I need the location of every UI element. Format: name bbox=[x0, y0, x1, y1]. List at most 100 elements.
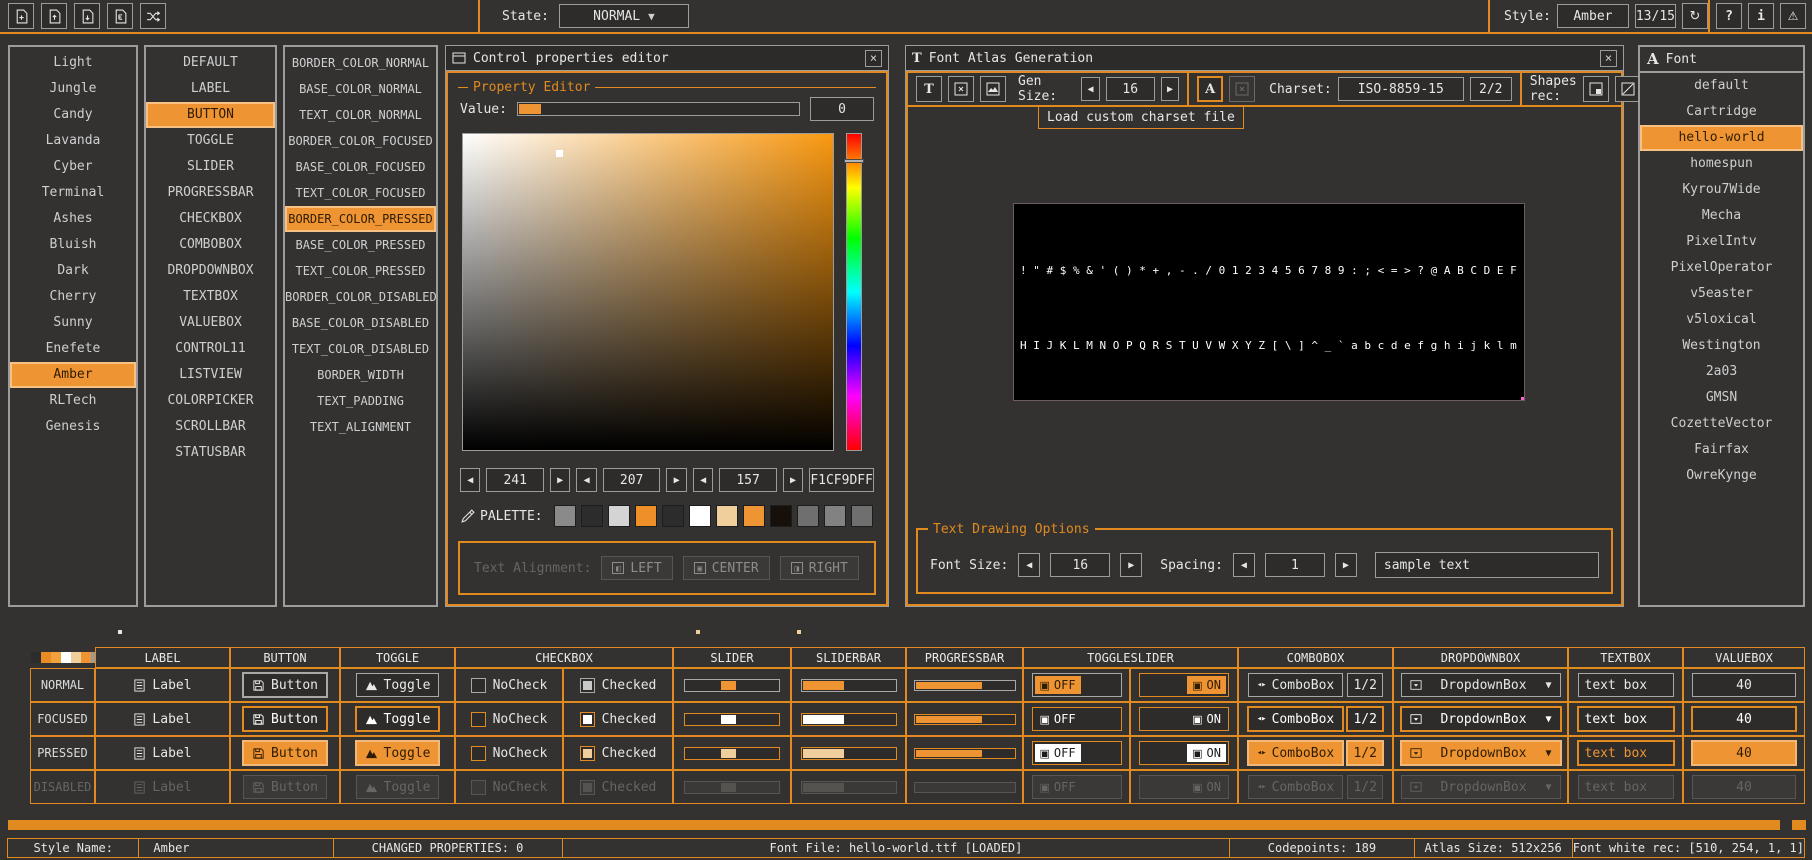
palette-swatch-3[interactable] bbox=[608, 505, 630, 527]
preview-button[interactable]: Button bbox=[243, 673, 327, 697]
font-item-homespun[interactable]: homespun bbox=[1640, 151, 1803, 177]
preview-valuebox[interactable]: 40 bbox=[1692, 741, 1796, 765]
preview-combobox-counter[interactable]: 1/2 bbox=[1347, 673, 1383, 697]
palette-swatch-7[interactable] bbox=[716, 505, 738, 527]
preview-button[interactable]: Button bbox=[243, 707, 327, 731]
preview-sliderbar[interactable] bbox=[801, 747, 897, 760]
green-increment-button[interactable]: ▶ bbox=[666, 468, 686, 492]
load-charset-button[interactable]: A bbox=[1197, 76, 1223, 102]
font-item-pixeloperator[interactable]: PixelOperator bbox=[1640, 255, 1803, 281]
style-item-terminal[interactable]: Terminal bbox=[10, 180, 136, 206]
style-item-ashes[interactable]: Ashes bbox=[10, 206, 136, 232]
control-item-combobox[interactable]: COMBOBOX bbox=[146, 232, 275, 258]
font-item-cartridge[interactable]: Cartridge bbox=[1640, 99, 1803, 125]
prop-item-text-color-pressed[interactable]: TEXT_COLOR_PRESSED bbox=[285, 258, 436, 284]
style-item-dark[interactable]: Dark bbox=[10, 258, 136, 284]
control-item-textbox[interactable]: TEXTBOX bbox=[146, 284, 275, 310]
prop-item-border-color-focused[interactable]: BORDER_COLOR_FOCUSED bbox=[285, 128, 436, 154]
preview-button[interactable]: Button bbox=[243, 741, 327, 765]
style-item-light[interactable]: Light bbox=[10, 50, 136, 76]
prop-item-base-color-pressed[interactable]: BASE_COLOR_PRESSED bbox=[285, 232, 436, 258]
font-item-mecha[interactable]: Mecha bbox=[1640, 203, 1803, 229]
export-atlas-image-button[interactable] bbox=[980, 76, 1006, 102]
preview-combobox-counter[interactable]: 1/2 bbox=[1347, 775, 1383, 799]
preview-dropdownbox[interactable]: DropdownBox▼ bbox=[1401, 673, 1561, 697]
preview-slider[interactable] bbox=[684, 747, 780, 760]
palette-swatch-6[interactable] bbox=[689, 505, 711, 527]
control-item-default[interactable]: DEFAULT bbox=[146, 50, 275, 76]
preview-checkbox-unchecked[interactable] bbox=[471, 678, 486, 693]
prop-item-border-color-pressed-selected[interactable]: BORDER_COLOR_PRESSED bbox=[285, 206, 436, 232]
preview-slider[interactable] bbox=[684, 679, 780, 692]
preview-combobox[interactable]: ◂▸ComboBox bbox=[1248, 775, 1343, 799]
control-item-control11[interactable]: CONTROL11 bbox=[146, 336, 275, 362]
palette-swatch-2[interactable] bbox=[581, 505, 603, 527]
preview-textbox[interactable]: text box bbox=[1578, 741, 1674, 765]
preview-toggleslider-on[interactable]: ▣ON bbox=[1139, 741, 1229, 765]
style-item-sunny[interactable]: Sunny bbox=[10, 310, 136, 336]
help-button[interactable]: ? bbox=[1716, 3, 1742, 29]
spacing-decrement-button[interactable]: ◀ bbox=[1233, 553, 1255, 577]
font-atlas-titlebar[interactable]: T Font Atlas Generation × bbox=[906, 46, 1623, 71]
preview-sliderbar[interactable] bbox=[801, 713, 897, 726]
preview-toggle[interactable]: Toggle bbox=[356, 707, 440, 731]
preview-slider[interactable] bbox=[684, 781, 780, 794]
prop-item-border-width[interactable]: BORDER_WIDTH bbox=[285, 362, 436, 388]
palette-swatch-12[interactable] bbox=[851, 505, 873, 527]
control-item-valuebox[interactable]: VALUEBOX bbox=[146, 310, 275, 336]
new-style-button[interactable] bbox=[8, 3, 34, 29]
control-item-statusbar[interactable]: STATUSBAR bbox=[146, 440, 275, 466]
font-item-cozettevector[interactable]: CozetteVector bbox=[1640, 411, 1803, 437]
control-item-button-selected[interactable]: BUTTON bbox=[146, 102, 275, 128]
preview-combobox-counter[interactable]: 1/2 bbox=[1347, 741, 1383, 765]
font-item-pixelintv[interactable]: PixelIntv bbox=[1640, 229, 1803, 255]
prop-item-border-color-normal[interactable]: BORDER_COLOR_NORMAL bbox=[285, 50, 436, 76]
sample-text-input[interactable]: sample text bbox=[1375, 552, 1599, 578]
preview-toggleslider-off[interactable]: ▣OFF bbox=[1032, 775, 1122, 799]
preview-slider[interactable] bbox=[684, 713, 780, 726]
preview-dropdownbox[interactable]: DropdownBox▼ bbox=[1401, 741, 1561, 765]
prop-item-text-color-normal[interactable]: TEXT_COLOR_NORMAL bbox=[285, 102, 436, 128]
preview-combobox[interactable]: ◂▸ComboBox bbox=[1248, 707, 1343, 731]
control-item-slider[interactable]: SLIDER bbox=[146, 154, 275, 180]
style-item-cyber[interactable]: Cyber bbox=[10, 154, 136, 180]
preview-valuebox[interactable]: 40 bbox=[1692, 775, 1796, 799]
load-style-button[interactable] bbox=[41, 3, 67, 29]
preview-toggleslider-on[interactable]: ▣ON bbox=[1139, 775, 1229, 799]
control-item-toggle[interactable]: TOGGLE bbox=[146, 128, 275, 154]
align-left-button[interactable]: ◧ LEFT bbox=[601, 556, 672, 580]
horizontal-scrollbar[interactable] bbox=[8, 820, 1806, 830]
prop-item-base-color-normal[interactable]: BASE_COLOR_NORMAL bbox=[285, 76, 436, 102]
preview-toggle[interactable]: Toggle bbox=[356, 741, 440, 765]
charset-image-button-disabled[interactable] bbox=[1229, 76, 1255, 102]
font-item-fairfax[interactable]: Fairfax bbox=[1640, 437, 1803, 463]
gen-size-increment-button[interactable]: ▶ bbox=[1161, 77, 1179, 101]
control-item-progressbar[interactable]: PROGRESSBAR bbox=[146, 180, 275, 206]
font-item-default[interactable]: default bbox=[1640, 73, 1803, 99]
blue-value-box[interactable]: 157 bbox=[719, 468, 776, 492]
issue-button[interactable]: ⚠ bbox=[1780, 3, 1806, 29]
preview-toggleslider-off[interactable]: ▣OFF bbox=[1032, 673, 1122, 697]
preview-toggle[interactable]: Toggle bbox=[356, 775, 440, 799]
preview-textbox[interactable]: text box bbox=[1578, 707, 1674, 731]
font-item-hello-world-selected[interactable]: hello-world bbox=[1640, 125, 1803, 151]
preview-checkbox-unchecked[interactable] bbox=[471, 712, 486, 727]
style-item-candy[interactable]: Candy bbox=[10, 102, 136, 128]
value-box[interactable]: 0 bbox=[810, 97, 874, 121]
style-item-enefete[interactable]: Enefete bbox=[10, 336, 136, 362]
font-atlas-close-button[interactable]: × bbox=[1600, 50, 1617, 67]
prop-item-text-color-disabled[interactable]: TEXT_COLOR_DISABLED bbox=[285, 336, 436, 362]
spacing-value-box[interactable]: 1 bbox=[1265, 553, 1325, 577]
style-item-lavanda[interactable]: Lavanda bbox=[10, 128, 136, 154]
font-size-value-box[interactable]: 16 bbox=[1050, 553, 1110, 577]
state-dropdown[interactable]: NORMAL ▼ bbox=[559, 4, 689, 28]
font-size-decrement-button[interactable]: ◀ bbox=[1018, 553, 1040, 577]
font-item-kyrou7wide[interactable]: Kyrou7Wide bbox=[1640, 177, 1803, 203]
save-style-button[interactable] bbox=[74, 3, 100, 29]
color-picker-cursor[interactable] bbox=[556, 150, 563, 157]
gen-size-value-box[interactable]: 16 bbox=[1106, 77, 1155, 101]
properties-window-titlebar[interactable]: Control properties editor × bbox=[446, 46, 888, 71]
prop-item-text-color-focused[interactable]: TEXT_COLOR_FOCUSED bbox=[285, 180, 436, 206]
preview-toggleslider-on[interactable]: ▣ON bbox=[1139, 707, 1229, 731]
font-item-westington[interactable]: Westington bbox=[1640, 333, 1803, 359]
